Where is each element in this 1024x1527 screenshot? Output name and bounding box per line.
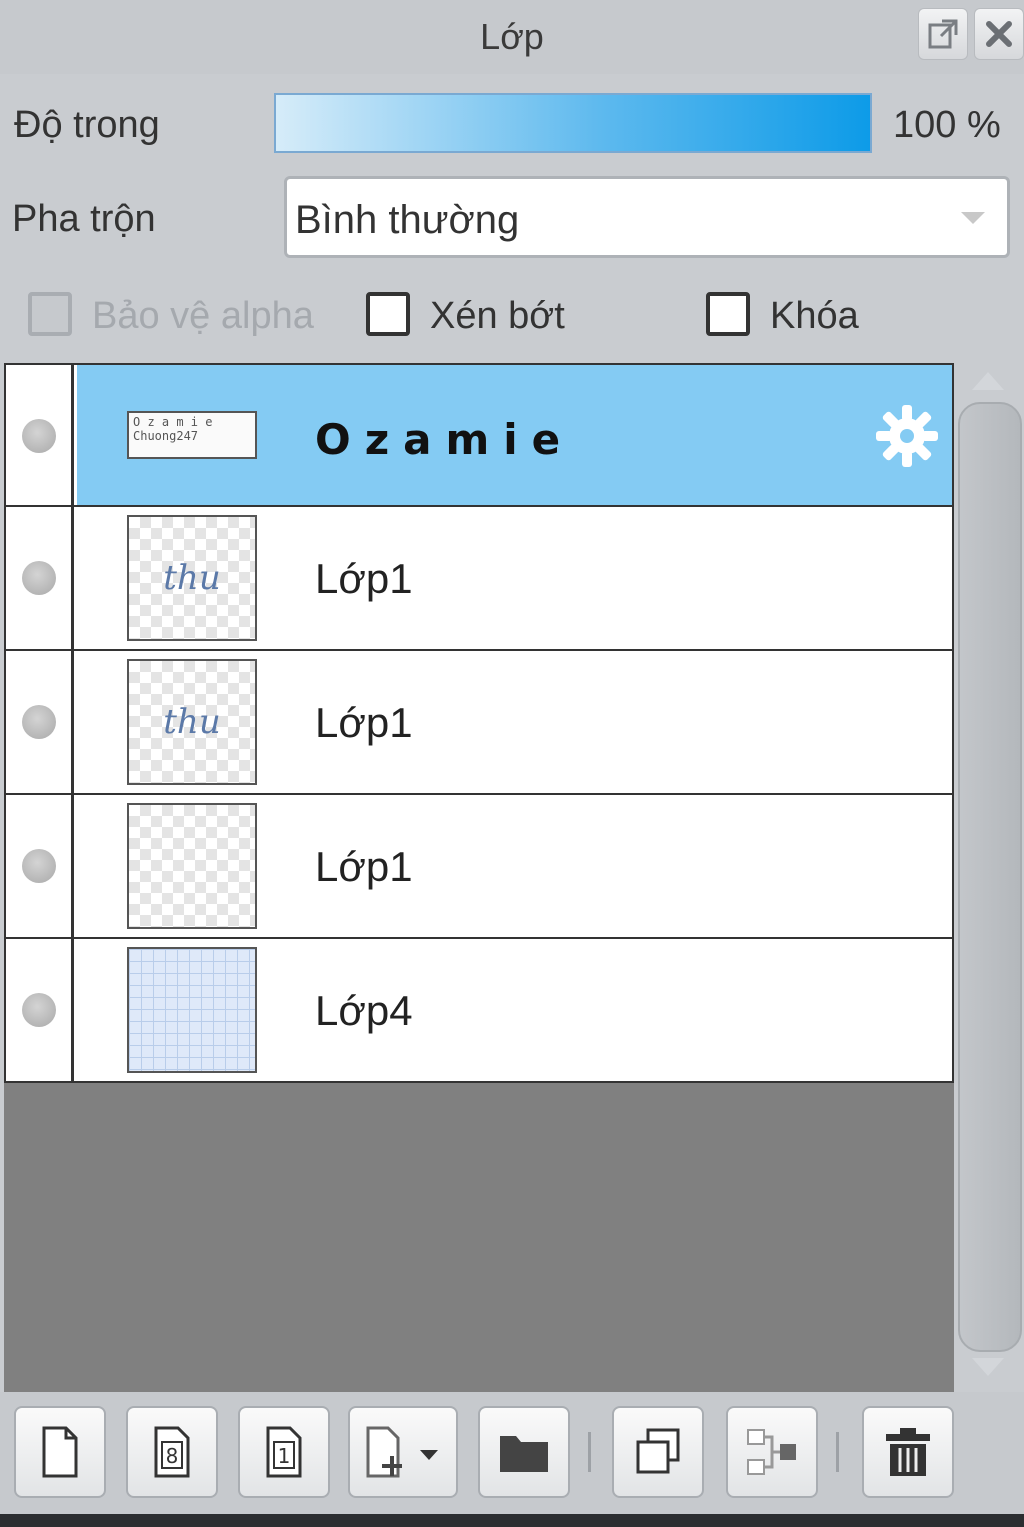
layer-name: Ozamie [315,415,575,464]
thumbnail-text: O z a m i e [133,415,213,429]
new-layer-icon [42,1426,78,1478]
visibility-cell[interactable] [6,939,74,1081]
toolbar-divider [836,1432,839,1472]
svg-text:8: 8 [166,1444,179,1468]
scroll-up-arrow[interactable] [972,372,1004,390]
layer-row[interactable]: Lớp1 [4,795,954,939]
visibility-icon[interactable] [22,561,56,595]
clipping-label: Xén bớt [430,295,565,337]
scroll-down-arrow[interactable] [972,1358,1004,1376]
clipping-checkbox[interactable] [366,292,410,336]
layer-name: Lớp4 [315,987,413,1034]
layer-row[interactable]: O z a m i e Chuong247 Ozamie [4,363,954,507]
merge-layer-icon [747,1429,796,1475]
thumbnail-text-2: Chuong247 [133,429,199,443]
visibility-icon[interactable] [22,705,56,739]
lock-checkbox[interactable] [706,292,750,336]
new-1bit-layer-icon: 1 [266,1426,302,1478]
layer-thumbnail: thu [127,515,257,641]
layer-name: Lớp1 [315,699,413,746]
toolbar-divider [588,1432,591,1472]
new-folder-icon [500,1436,548,1472]
trash-icon [886,1428,930,1476]
layer-thumbnail [127,947,257,1073]
svg-text:1: 1 [278,1444,291,1468]
add-layer-menu-button[interactable] [348,1406,458,1498]
lock-label: Khóa [770,295,859,337]
gear-icon[interactable] [874,403,940,469]
visibility-cell[interactable] [6,507,74,649]
layer-list[interactable]: O z a m i e Chuong247 Ozamie thu Lớp1 th… [4,363,954,1393]
layer-panel: Lớp Độ trong 100 % Pha trộn Bình thường … [0,0,1024,1527]
opacity-value: 100 % [893,104,1001,146]
layer-thumbnail: thu [127,659,257,785]
panel-title: Lớp [480,16,544,57]
new-8bit-layer-icon: 8 [154,1426,190,1478]
merge-layer-button[interactable] [726,1406,818,1498]
visibility-icon[interactable] [22,419,56,453]
visibility-cell[interactable] [6,651,74,793]
duplicate-layer-button[interactable] [612,1406,704,1498]
protect-alpha-checkbox[interactable] [28,292,72,336]
layer-row[interactable]: thu Lớp1 [4,651,954,795]
blend-label: Pha trộn [12,198,156,240]
new-8bit-layer-button[interactable]: 8 [126,1406,218,1498]
panel-titlebar[interactable]: Lớp [0,0,1024,74]
visibility-icon[interactable] [22,993,56,1027]
new-1bit-layer-button[interactable]: 1 [238,1406,330,1498]
blend-mode-value: Bình thường [295,198,520,242]
visibility-cell[interactable] [6,365,74,505]
visibility-icon[interactable] [22,849,56,883]
new-folder-button[interactable] [478,1406,570,1498]
popout-button[interactable] [918,8,968,60]
delete-layer-button[interactable] [862,1406,954,1498]
layer-name: Lớp1 [315,843,413,890]
layer-row[interactable]: Lớp4 [4,939,954,1083]
layer-row[interactable]: thu Lớp1 [4,507,954,651]
duplicate-layer-icon [636,1428,680,1474]
visibility-cell[interactable] [6,795,74,937]
close-icon [986,21,1012,47]
layer-thumbnail: O z a m i e Chuong247 [127,411,257,459]
protect-alpha-label: Bảo vệ alpha [92,295,314,337]
add-layer-menu-icon [366,1426,438,1478]
panel-bottom-edge [0,1514,1024,1527]
blend-mode-select[interactable]: Bình thường [284,176,1010,258]
layer-name: Lớp1 [315,555,413,602]
opacity-slider[interactable] [274,93,872,153]
layer-thumbnail [127,803,257,929]
chevron-down-icon [961,212,985,224]
opacity-label: Độ trong [14,104,160,146]
scrollbar[interactable] [958,402,1022,1352]
new-layer-button[interactable] [14,1406,106,1498]
popout-icon [928,19,958,49]
close-button[interactable] [974,8,1024,60]
layer-toolbar: 8 1 [0,1392,1024,1514]
